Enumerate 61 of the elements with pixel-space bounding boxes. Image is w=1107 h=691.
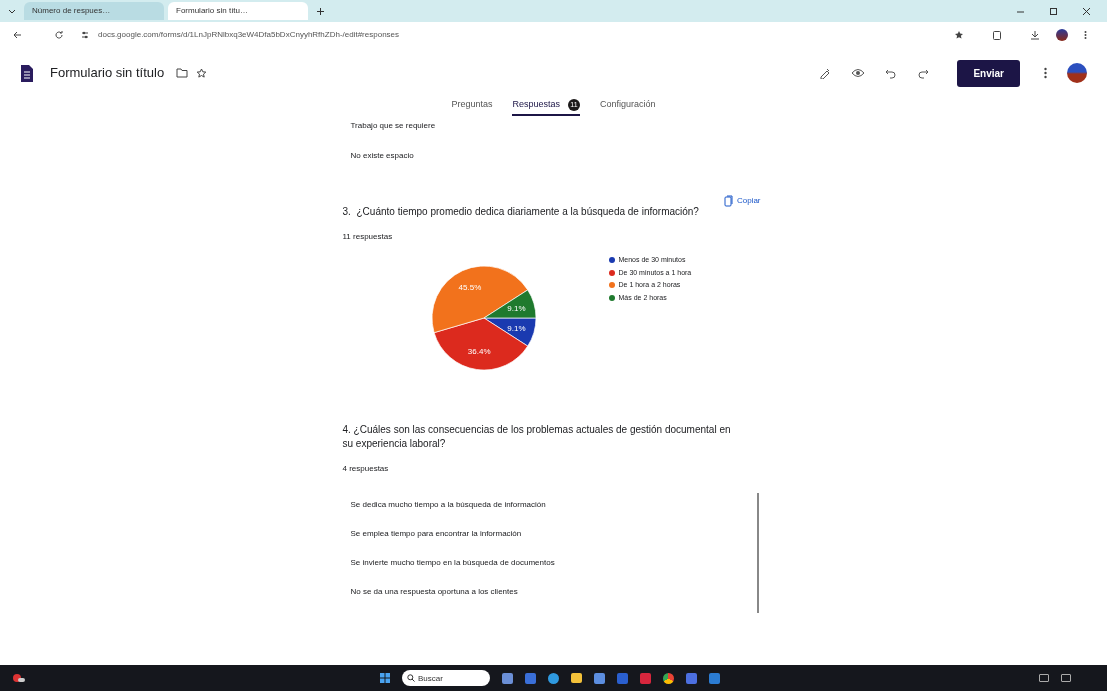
form-tab[interactable]: Preguntas	[451, 98, 493, 114]
restore-icon[interactable]	[1049, 6, 1058, 16]
more-options-icon[interactable]	[1044, 67, 1047, 79]
copy-button[interactable]: Copiar	[723, 194, 761, 207]
site-info-icon[interactable]	[80, 30, 90, 40]
weather-icon[interactable]	[12, 672, 26, 684]
app-icon[interactable]	[617, 672, 628, 684]
download-icon[interactable]	[1030, 30, 1040, 40]
folder-icon[interactable]	[571, 673, 582, 683]
copy-icon	[723, 194, 733, 207]
tray-icon[interactable]	[1039, 674, 1049, 682]
answer-text: Trabajo que se requiere	[350, 120, 437, 132]
address-bar[interactable]: docs.google.com/forms/d/1LnJpRNlbxq3eW4Dfa5bDxCnyyhRfhZDh-/edit#responses	[98, 29, 400, 41]
answer-text: Se dedica mucho tiempo a la búsqueda de información	[350, 499, 547, 511]
question-title: ¿Cuánto tiempo promedio dedica diariamente a la búsqueda de información?	[356, 205, 699, 219]
start-icon[interactable]	[380, 673, 390, 683]
slice-label: 9.1%	[506, 323, 526, 333]
folder-icon[interactable]	[176, 68, 189, 78]
question-title: 4. ¿Cuáles son las consecuencias de los problemas actuales de gestión documental en su experiencia laboral?	[341, 423, 732, 451]
browser-icon[interactable]	[663, 672, 674, 684]
slice-label: 9.1%	[506, 304, 526, 314]
browser-icon[interactable]	[548, 672, 559, 684]
forms-logo-icon[interactable]	[20, 63, 34, 83]
new-tab-icon[interactable]	[316, 6, 325, 16]
slice-label: 36.4%	[467, 347, 491, 357]
form-title[interactable]: Formulario sin título	[50, 63, 165, 83]
taskbar-search-field[interactable]: Buscar	[402, 670, 490, 686]
app-icon[interactable]	[502, 672, 513, 684]
redo-icon[interactable]	[917, 67, 930, 79]
response-count: 4 respuestas	[341, 463, 390, 475]
extensions-icon[interactable]	[992, 29, 1002, 41]
response-count: 11 respuestas	[341, 231, 394, 243]
reload-icon[interactable]	[54, 30, 64, 40]
preview-eye-icon[interactable]	[851, 68, 866, 78]
app-icon[interactable]	[525, 672, 536, 684]
form-tab[interactable]: Configuración	[600, 98, 656, 114]
app-icon[interactable]	[594, 672, 605, 684]
app-icon[interactable]	[686, 672, 697, 684]
app-icon[interactable]	[640, 672, 651, 684]
send-button[interactable]: Enviar	[957, 59, 1020, 87]
answer-text: Se emplea tiempo para encontrar la información	[350, 528, 523, 540]
close-icon[interactable]	[1082, 6, 1091, 16]
answer-text: No se da una respuesta oportuna a los clientes	[350, 586, 519, 598]
search-icon	[407, 674, 415, 682]
question-number: 3.	[342, 205, 352, 219]
bookmark-star-icon[interactable]	[954, 30, 964, 40]
answer-text: No existe espacio	[350, 150, 415, 162]
browser-tab[interactable]: Número de respues…	[24, 2, 164, 20]
app-icon[interactable]	[709, 672, 720, 684]
star-icon[interactable]	[196, 67, 208, 79]
more-icon[interactable]	[1084, 30, 1087, 40]
tab-menu-icon[interactable]	[8, 7, 16, 15]
avatar-icon[interactable]	[1056, 29, 1068, 41]
scrollbar[interactable]	[756, 493, 759, 613]
back-icon[interactable]	[12, 30, 22, 40]
tray-icon[interactable]	[1061, 674, 1071, 682]
answer-text: Se invierte mucho tiempo en la búsqueda de documentos	[350, 557, 556, 569]
undo-icon[interactable]	[885, 67, 898, 79]
account-avatar-icon[interactable]	[1067, 63, 1087, 83]
browser-tab[interactable]: Formulario sin títu…	[168, 2, 308, 20]
slice-label: 45.5%	[458, 283, 481, 293]
